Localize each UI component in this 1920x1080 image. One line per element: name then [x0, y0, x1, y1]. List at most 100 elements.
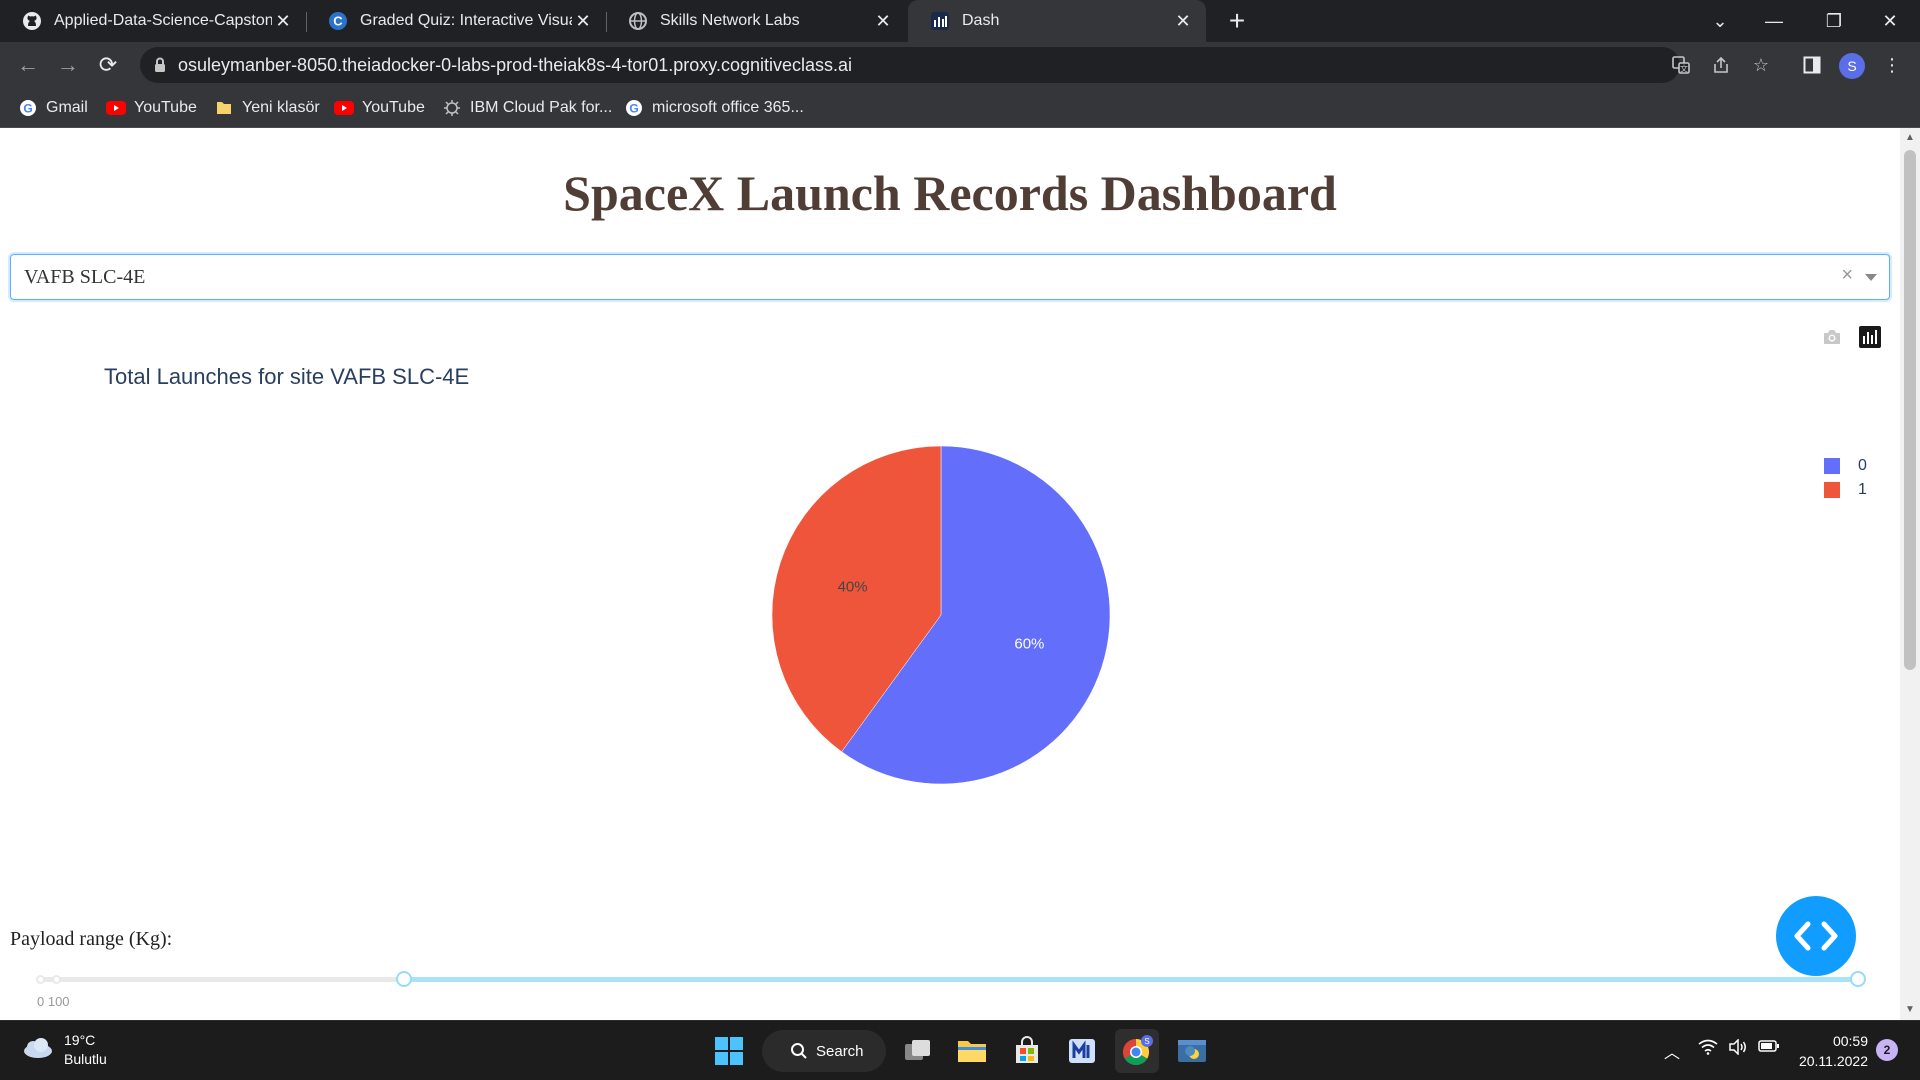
payload-slider-min-handle[interactable]: [396, 971, 412, 987]
back-arrow-icon[interactable]: ←: [12, 49, 44, 81]
globe-icon: [628, 11, 648, 31]
search-label: Search: [816, 1042, 864, 1060]
taskbar-search[interactable]: Search: [762, 1030, 886, 1072]
coursera-icon: C: [328, 11, 348, 31]
close-icon[interactable]: ✕: [872, 11, 894, 32]
tab-graded-quiz[interactable]: C Graded Quiz: Interactive Visual A ✕: [306, 0, 606, 42]
url-text: osuleymanber-8050.theiadocker-0-labs-pro…: [178, 55, 853, 75]
side-panel-icon[interactable]: [1796, 49, 1828, 81]
payload-slider-max-handle[interactable]: [1850, 971, 1866, 987]
bookmark-label: Yeni klasör: [242, 99, 320, 116]
tab-search-icon[interactable]: ⌄: [1692, 0, 1748, 42]
code-brackets-icon: [1794, 921, 1838, 951]
share-icon[interactable]: [1710, 55, 1732, 77]
tab-skills-network[interactable]: Skills Network Labs ✕: [606, 0, 906, 42]
bookmark-office365[interactable]: G microsoft office 365...: [624, 96, 804, 120]
chart-title: Total Launches for site VAFB SLC-4E: [104, 364, 470, 389]
browser-toolbar: ← → ⟳ osuleymanber-8050.theiadocker-0-la…: [0, 42, 1920, 88]
battery-icon[interactable]: [1758, 1039, 1780, 1058]
chevron-up-icon[interactable]: ︿: [1664, 1039, 1680, 1063]
bookmark-ibm[interactable]: IBM Cloud Pak for...: [442, 96, 612, 120]
translate-icon[interactable]: 文: [1670, 55, 1692, 77]
slider-mark-dot: [36, 975, 45, 984]
bookmark-label: microsoft office 365...: [652, 99, 804, 116]
google-icon: G: [18, 98, 38, 118]
tab-title: Applied-Data-Science-Capstone-: [54, 12, 272, 29]
address-bar[interactable]: osuleymanber-8050.theiadocker-0-labs-pro…: [140, 47, 1769, 83]
bookmark-label: YouTube: [362, 99, 425, 116]
code-embed-button[interactable]: [1776, 896, 1856, 976]
pie-slice-1[interactable]: [771, 445, 942, 753]
mail-app-icon[interactable]: [1060, 1029, 1104, 1073]
weather-temp: 19°C: [64, 1032, 96, 1048]
legend-item[interactable]: 1: [1824, 478, 1867, 502]
clock-date: 20.11.2022: [1798, 1053, 1868, 1069]
bookmark-folder[interactable]: Yeni klasör: [214, 96, 320, 120]
windows-start-icon[interactable]: [707, 1029, 751, 1073]
svg-text:C: C: [333, 14, 343, 29]
system-clock[interactable]: 00:59 20.11.2022: [1790, 1031, 1868, 1071]
volume-icon[interactable]: [1728, 1038, 1748, 1060]
bookmark-label: Gmail: [46, 99, 88, 116]
tab-title: Graded Quiz: Interactive Visual A: [360, 12, 572, 29]
profile-avatar[interactable]: S: [1839, 53, 1865, 79]
legend-label: 1: [1858, 481, 1867, 498]
close-window-icon[interactable]: ✕: [1862, 0, 1918, 42]
windows-taskbar: 19°C Bulutlu Search S ︿ 00:59 20.11.2022…: [0, 1020, 1920, 1080]
python-app-icon[interactable]: [1170, 1029, 1214, 1073]
close-icon[interactable]: ✕: [272, 11, 294, 32]
weather-desc: Bulutlu: [64, 1051, 107, 1067]
legend-item[interactable]: 0: [1824, 454, 1867, 478]
camera-icon[interactable]: [1821, 326, 1843, 348]
restore-icon[interactable]: ❐: [1806, 0, 1862, 42]
scrollbar-thumb[interactable]: [1904, 150, 1916, 670]
svg-text:G: G: [23, 102, 32, 116]
github-icon: [22, 11, 42, 31]
kebab-menu-icon[interactable]: ⋮: [1876, 49, 1908, 81]
wifi-icon[interactable]: [1698, 1039, 1718, 1060]
scroll-down-icon[interactable]: ▼: [1900, 1002, 1920, 1018]
pie-slice-0[interactable]: [841, 445, 1111, 785]
legend-swatch: [1824, 458, 1840, 474]
task-view-icon[interactable]: [896, 1029, 940, 1073]
chart-legend: 0 1: [1824, 454, 1867, 502]
tab-strip: Applied-Data-Science-Capstone- ✕ C Grade…: [0, 0, 1920, 42]
chrome-taskbar-icon[interactable]: S: [1115, 1029, 1159, 1073]
bookmark-youtube[interactable]: YouTube: [106, 96, 197, 120]
bookmark-youtube-2[interactable]: YouTube: [334, 96, 425, 120]
search-icon: [790, 1042, 808, 1060]
site-dropdown[interactable]: VAFB SLC-4E ×: [10, 254, 1890, 300]
folder-icon: [214, 98, 234, 118]
reload-icon[interactable]: ⟳: [92, 49, 124, 81]
tab-github[interactable]: Applied-Data-Science-Capstone- ✕: [0, 0, 306, 42]
new-tab-button[interactable]: +: [1220, 4, 1254, 38]
microsoft-store-icon[interactable]: [1005, 1029, 1049, 1073]
pie-slice-label: 60%: [1014, 636, 1044, 653]
bookmark-label: IBM Cloud Pak for...: [470, 99, 613, 116]
cloud-icon: [20, 1036, 54, 1065]
plotly-logo-icon[interactable]: [1859, 326, 1881, 348]
bookmarks-bar: G Gmail YouTube Yeni klasör YouTube IBM …: [0, 88, 1920, 128]
tab-title: Skills Network Labs: [660, 12, 800, 29]
tab-dash[interactable]: Dash ✕: [908, 0, 1206, 42]
clear-icon[interactable]: ×: [1841, 264, 1853, 287]
tab-title: Dash: [962, 12, 1000, 29]
chevron-down-icon[interactable]: [1865, 274, 1877, 281]
close-icon[interactable]: ✕: [1172, 11, 1194, 32]
file-explorer-icon[interactable]: [950, 1029, 994, 1073]
scroll-up-icon[interactable]: ▲: [1900, 130, 1920, 146]
close-icon[interactable]: ✕: [572, 11, 594, 32]
clock-time: 00:59: [1832, 1033, 1868, 1049]
notification-badge[interactable]: 2: [1876, 1039, 1898, 1061]
page-scrollbar[interactable]: ▲ ▼: [1900, 128, 1920, 1020]
page-title: SpaceX Launch Records Dashboard: [563, 165, 1337, 221]
forward-arrow-icon[interactable]: →: [52, 49, 84, 81]
svg-text:G: G: [629, 102, 638, 116]
bookmark-gmail[interactable]: G Gmail: [18, 96, 88, 120]
payload-slider-track[interactable]: [404, 977, 1858, 982]
weather-widget[interactable]: 19°C Bulutlu: [20, 1031, 107, 1069]
minimize-icon[interactable]: —: [1746, 0, 1802, 42]
slider-mark-labels: 0 100: [37, 994, 70, 1009]
dropdown-selected-value: VAFB SLC-4E: [24, 266, 146, 288]
bookmark-star-icon[interactable]: ☆: [1750, 55, 1772, 77]
